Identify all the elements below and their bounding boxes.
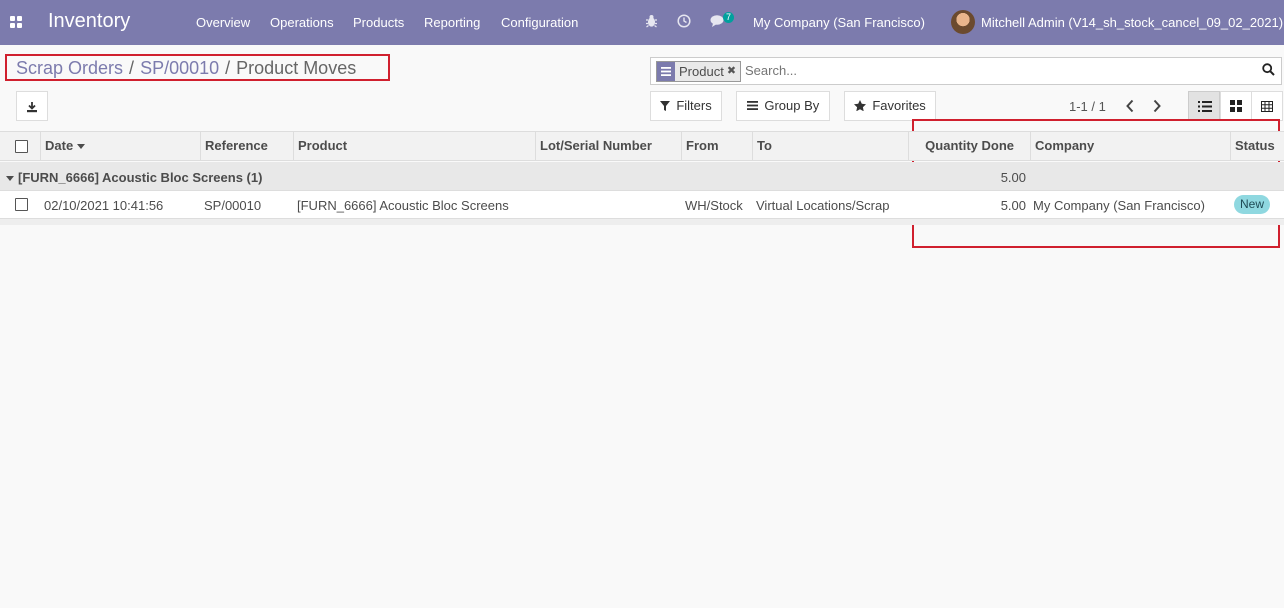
facet-value: Product [679, 64, 724, 79]
menu-operations[interactable]: Operations [270, 15, 334, 30]
user-menu[interactable]: Mitchell Admin (V14_sh_stock_cancel_09_0… [981, 15, 1283, 30]
column-header-from[interactable]: From [681, 132, 752, 160]
kanban-view-button[interactable] [1220, 91, 1252, 121]
highlight-box-breadcrumb [5, 54, 390, 81]
bug-icon[interactable] [645, 14, 658, 31]
clock-icon[interactable] [677, 14, 691, 31]
menu-configuration[interactable]: Configuration [501, 15, 578, 30]
column-header-status[interactable]: Status [1230, 132, 1284, 160]
filters-label: Filters [676, 98, 712, 113]
apps-grid-icon[interactable] [10, 16, 22, 28]
messages-count-badge: 7 [723, 12, 734, 23]
cell-to: Virtual Locations/Scrap [756, 198, 890, 213]
group-title: [FURN_6666] Acoustic Bloc Screens (1) [6, 170, 262, 185]
search-bar: Product ✖ [650, 57, 1282, 85]
export-download-button[interactable] [16, 91, 48, 121]
pivot-view-button[interactable] [1251, 91, 1283, 121]
cell-reference: SP/00010 [204, 198, 262, 213]
column-header-company[interactable]: Company [1030, 132, 1230, 160]
search-facet-product[interactable]: Product ✖ [656, 61, 742, 82]
chevron-left-icon[interactable] [1122, 96, 1138, 116]
column-header-date[interactable]: Date [40, 132, 200, 160]
filters-button[interactable]: Filters [650, 91, 722, 121]
bars-icon [747, 99, 761, 113]
groupby-facet-icon [657, 62, 675, 81]
sort-desc-icon [77, 144, 86, 150]
column-header-reference[interactable]: Reference [200, 132, 293, 160]
menu-reporting[interactable]: Reporting [424, 15, 480, 30]
table-row[interactable]: 02/10/2021 10:41:56 SP/00010 [FURN_6666]… [0, 191, 1284, 219]
company-switcher[interactable]: My Company (San Francisco) [753, 15, 925, 30]
favorites-button[interactable]: Favorites [844, 91, 936, 121]
app-title[interactable]: Inventory [48, 10, 130, 33]
list-footer [0, 219, 1284, 225]
cell-date: 02/10/2021 10:41:56 [44, 198, 164, 213]
cell-product: [FURN_6666] Acoustic Bloc Screens [297, 198, 509, 213]
download-icon [27, 101, 37, 112]
top-navbar: Inventory Overview Operations Products R… [0, 0, 1284, 45]
column-header-lot[interactable]: Lot/Serial Number [535, 132, 681, 160]
group-by-button[interactable]: Group By [736, 91, 830, 121]
group-row[interactable]: [FURN_6666] Acoustic Bloc Screens (1) 5.… [0, 162, 1284, 191]
list-view-button[interactable] [1188, 91, 1220, 121]
remove-facet-icon[interactable]: ✖ [727, 62, 740, 81]
group-by-label: Group By [764, 98, 820, 113]
status-badge: New [1234, 195, 1271, 214]
star-icon [854, 99, 869, 113]
kanban-icon [1230, 100, 1242, 112]
group-quantity-sum: 5.00 [1000, 170, 1026, 185]
menu-products[interactable]: Products [353, 15, 404, 30]
favorites-label: Favorites [872, 98, 926, 113]
menu-overview[interactable]: Overview [196, 15, 250, 30]
search-icon[interactable] [1262, 63, 1275, 76]
filter-icon [660, 99, 673, 113]
column-header-quantity-done[interactable]: Quantity Done [908, 132, 1030, 160]
column-header-product[interactable]: Product [293, 132, 535, 160]
table-grid-icon [1261, 101, 1273, 112]
row-checkbox[interactable] [15, 198, 28, 211]
column-header-to[interactable]: To [752, 132, 908, 160]
chevron-right-icon[interactable] [1149, 96, 1165, 116]
cell-company: My Company (San Francisco) [1033, 198, 1205, 213]
caret-down-icon [6, 176, 14, 182]
search-input[interactable] [745, 63, 1245, 78]
select-all-checkbox[interactable] [15, 140, 28, 153]
cell-quantity-done: 5.00 [1000, 198, 1026, 213]
list-header: Date Reference Product Lot/Serial Number… [0, 131, 1284, 161]
cell-from: WH/Stock [685, 198, 743, 213]
list-icon [1198, 101, 1212, 112]
avatar[interactable] [951, 10, 975, 34]
pager-value[interactable]: 1-1 / 1 [1069, 99, 1106, 114]
